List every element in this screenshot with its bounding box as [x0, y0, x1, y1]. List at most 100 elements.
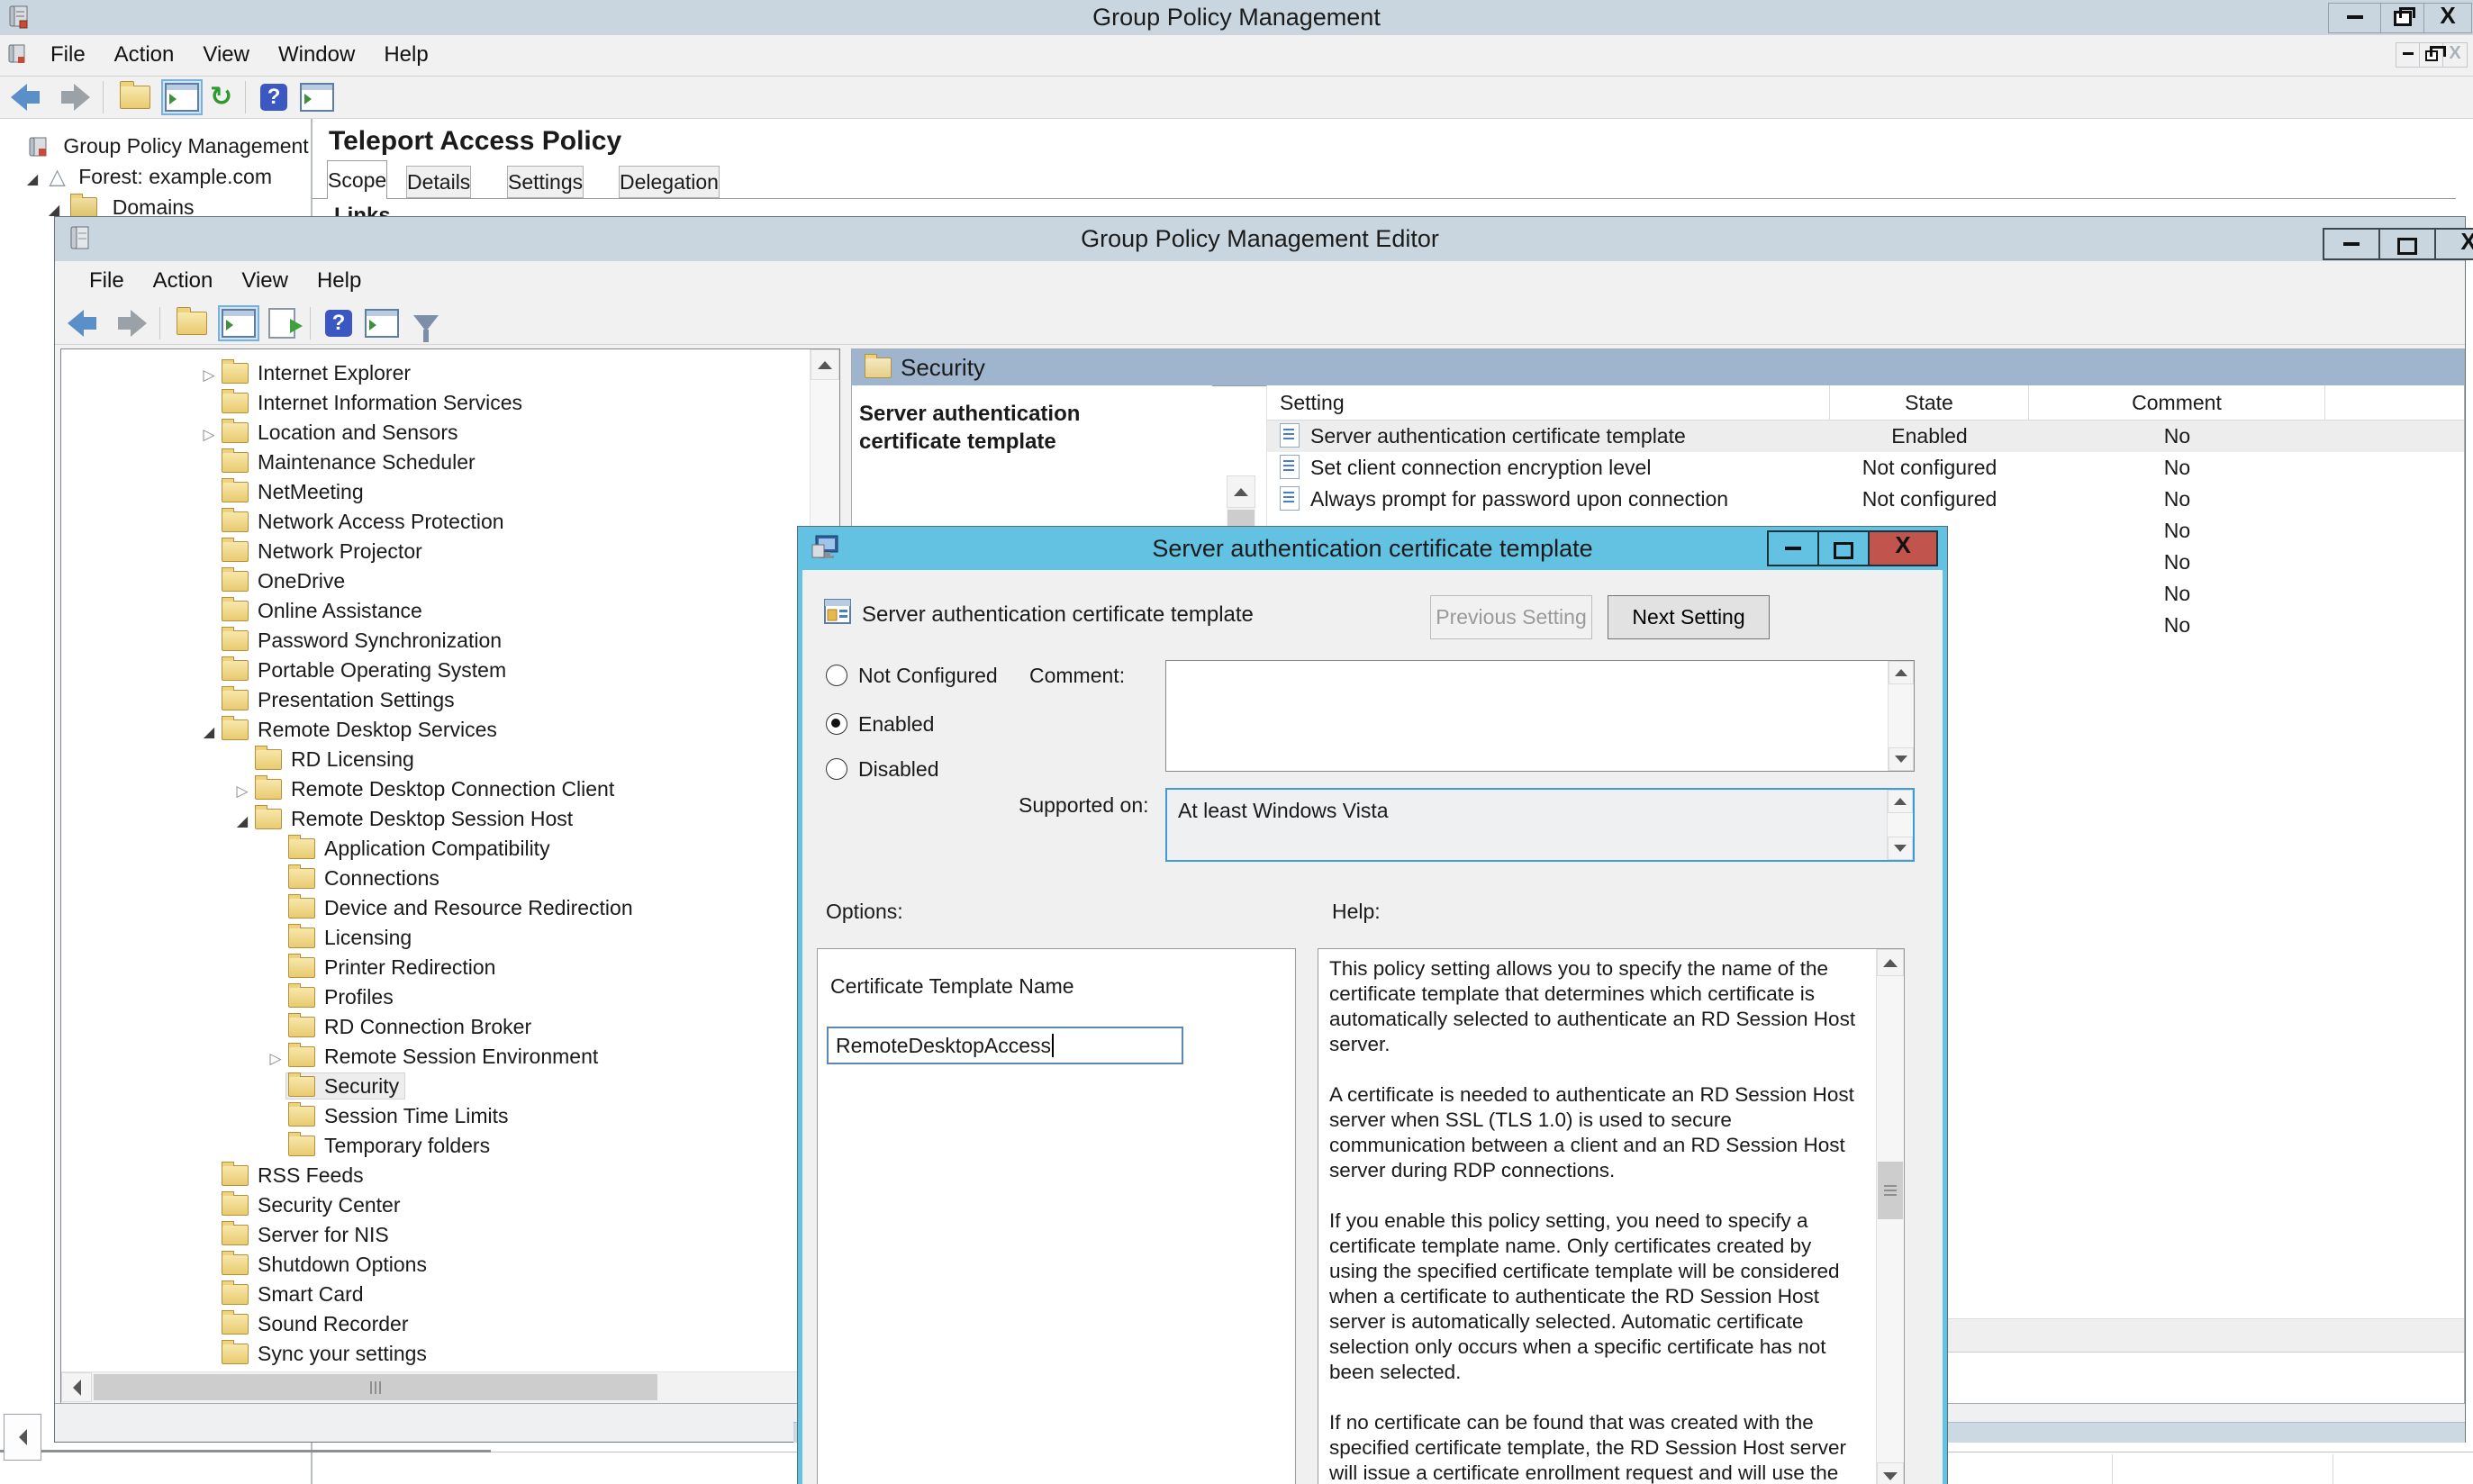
tree-item[interactable]: ▷Remote Session Environment	[63, 1042, 809, 1072]
comment-textarea[interactable]	[1165, 660, 1915, 772]
radio-icon[interactable]	[826, 665, 847, 686]
forward-icon[interactable]	[54, 84, 90, 111]
tree-item[interactable]: Shutdown Options	[63, 1250, 809, 1280]
back-icon[interactable]	[11, 84, 47, 111]
tree-item[interactable]: ▷Location and Sensors	[63, 418, 809, 448]
dialog-minimize-button[interactable]	[1767, 530, 1819, 566]
main-hscroll-left-button[interactable]	[4, 1414, 41, 1461]
tree-item[interactable]: Temporary folders	[63, 1131, 809, 1161]
tree-item[interactable]: Security	[63, 1072, 809, 1101]
settings-row[interactable]: Server authentication certificate templa…	[1267, 421, 2464, 452]
dialog-titlebar[interactable]: Server authentication certificate templa…	[798, 527, 1947, 570]
tree-item[interactable]: Licensing	[63, 923, 809, 953]
console-window-icon[interactable]	[365, 309, 399, 338]
collapsed-icon[interactable]: ▷	[198, 420, 220, 449]
dialog-maximize-button[interactable]	[1819, 530, 1870, 566]
comment-scroll-down-button[interactable]	[1889, 747, 1914, 771]
collapsed-icon[interactable]: ▷	[265, 1044, 286, 1073]
main-menu-view[interactable]: View	[188, 35, 264, 75]
radio-not-configured[interactable]: Not Configured	[826, 664, 998, 688]
previous-setting-button[interactable]: Previous Setting	[1430, 595, 1592, 639]
radio-enabled[interactable]: Enabled	[826, 712, 934, 737]
editor-menu-view[interactable]: View	[227, 261, 303, 301]
tree-item[interactable]: Maintenance Scheduler	[63, 448, 809, 477]
main-close-button[interactable]: X	[2424, 4, 2471, 32]
tree-item[interactable]: ◢Remote Desktop Session Host	[63, 804, 809, 834]
mdi-minimize-button[interactable]	[2396, 43, 2420, 67]
collapsed-icon[interactable]: ▷	[231, 776, 253, 806]
main-restore-button[interactable]	[2381, 4, 2424, 32]
show-console-tree-icon[interactable]	[161, 79, 203, 115]
tree-item[interactable]: Server for NIS	[63, 1220, 809, 1250]
forward-icon[interactable]	[111, 310, 147, 337]
comment-scroll-up-button[interactable]	[1889, 661, 1914, 684]
mdi-restore-button[interactable]	[2420, 43, 2443, 67]
tree-scroll-left-button[interactable]	[61, 1372, 92, 1402]
tree-item[interactable]: Connections	[63, 864, 809, 893]
collapsed-icon[interactable]: ▷	[198, 360, 220, 390]
tree-hscrollbar[interactable]	[61, 1371, 811, 1403]
main-titlebar[interactable]: Group Policy Management X	[0, 0, 2473, 36]
column-header-blank[interactable]	[2325, 385, 2464, 420]
settings-row[interactable]: Set client connection encryption levelNo…	[1267, 452, 2464, 484]
tree-item[interactable]: Portable Operating System	[63, 656, 809, 685]
tree-item[interactable]: Network Access Protection	[63, 507, 809, 537]
tree-item-gpm-root[interactable]: Group Policy Management	[27, 131, 309, 161]
tab-settings[interactable]: Settings	[507, 166, 584, 198]
tree-item[interactable]: Sound Recorder	[63, 1309, 809, 1339]
editor-menu-file[interactable]: File	[75, 261, 139, 301]
supported-scroll-up-button[interactable]	[1888, 790, 1913, 813]
show-console-tree-icon[interactable]	[218, 305, 259, 341]
radio-selected-icon[interactable]	[826, 713, 847, 735]
mdi-close-button[interactable]: X	[2443, 43, 2467, 67]
help-scroll-up-button[interactable]	[1877, 949, 1904, 976]
tree-item[interactable]: Printer Redirection	[63, 953, 809, 982]
cert-template-name-input[interactable]: RemoteDesktopAccess	[827, 1027, 1183, 1064]
tree-item[interactable]: Session Time Limits	[63, 1101, 809, 1131]
main-menu-help[interactable]: Help	[369, 35, 442, 75]
export-list-icon[interactable]	[268, 308, 295, 339]
back-icon[interactable]	[68, 310, 104, 337]
info-scroll-up-button[interactable]	[1227, 475, 1255, 508]
tab-delegation[interactable]: Delegation	[619, 166, 720, 198]
editor-minimize-button[interactable]	[2323, 228, 2380, 260]
tab-details[interactable]: Details	[406, 166, 471, 198]
next-setting-button[interactable]: Next Setting	[1608, 595, 1770, 639]
main-minimize-button[interactable]	[2329, 4, 2381, 32]
editor-close-button[interactable]: X	[2436, 228, 2473, 260]
filter-icon[interactable]	[413, 315, 439, 331]
tree-item[interactable]: Online Assistance	[63, 596, 809, 626]
column-header-comment[interactable]: Comment	[2029, 385, 2325, 420]
tree-item[interactable]: Internet Information Services	[63, 388, 809, 418]
tree-item[interactable]: Profiles	[63, 982, 809, 1012]
tree-item-forest[interactable]: ◢ △ Forest: example.com	[22, 162, 272, 192]
tree-item[interactable]: Device and Resource Redirection	[63, 893, 809, 923]
help-scroll-thumb[interactable]	[1878, 1162, 1903, 1219]
tree-scroll-up-button[interactable]	[811, 349, 839, 380]
tree-item[interactable]: Presentation Settings	[63, 685, 809, 715]
tree-item[interactable]: ◢Remote Desktop Services	[63, 715, 809, 745]
parent-folder-icon[interactable]	[120, 86, 150, 109]
expanded-icon[interactable]: ◢	[231, 807, 253, 837]
supported-scroll-down-button[interactable]	[1888, 837, 1913, 860]
editor-menu-action[interactable]: Action	[139, 261, 228, 301]
tree-hscroll-thumb[interactable]	[94, 1374, 657, 1400]
tab-scope[interactable]: Scope	[327, 160, 387, 199]
console-window-icon[interactable]	[300, 83, 334, 112]
expanded-icon[interactable]: ◢	[22, 165, 43, 195]
help-icon[interactable]: ?	[260, 84, 287, 111]
main-menu-action[interactable]: Action	[100, 35, 189, 75]
help-scroll-down-button[interactable]	[1877, 1462, 1904, 1484]
tree-item[interactable]: OneDrive	[63, 566, 809, 596]
main-menu-window[interactable]: Window	[264, 35, 369, 75]
tree-item[interactable]: RD Connection Broker	[63, 1012, 809, 1042]
dialog-close-button[interactable]: X	[1870, 530, 1938, 566]
expanded-icon[interactable]: ◢	[198, 718, 220, 747]
supported-on-box[interactable]: At least Windows Vista	[1165, 788, 1915, 862]
tree-item[interactable]: Network Projector	[63, 537, 809, 566]
settings-row[interactable]: Always prompt for password upon connecti…	[1267, 484, 2464, 515]
tree-item[interactable]: Application Compatibility	[63, 834, 809, 864]
editor-titlebar[interactable]: Group Policy Management Editor X	[55, 217, 2465, 262]
main-menu-file[interactable]: File	[36, 35, 100, 75]
editor-maximize-button[interactable]	[2380, 228, 2436, 260]
